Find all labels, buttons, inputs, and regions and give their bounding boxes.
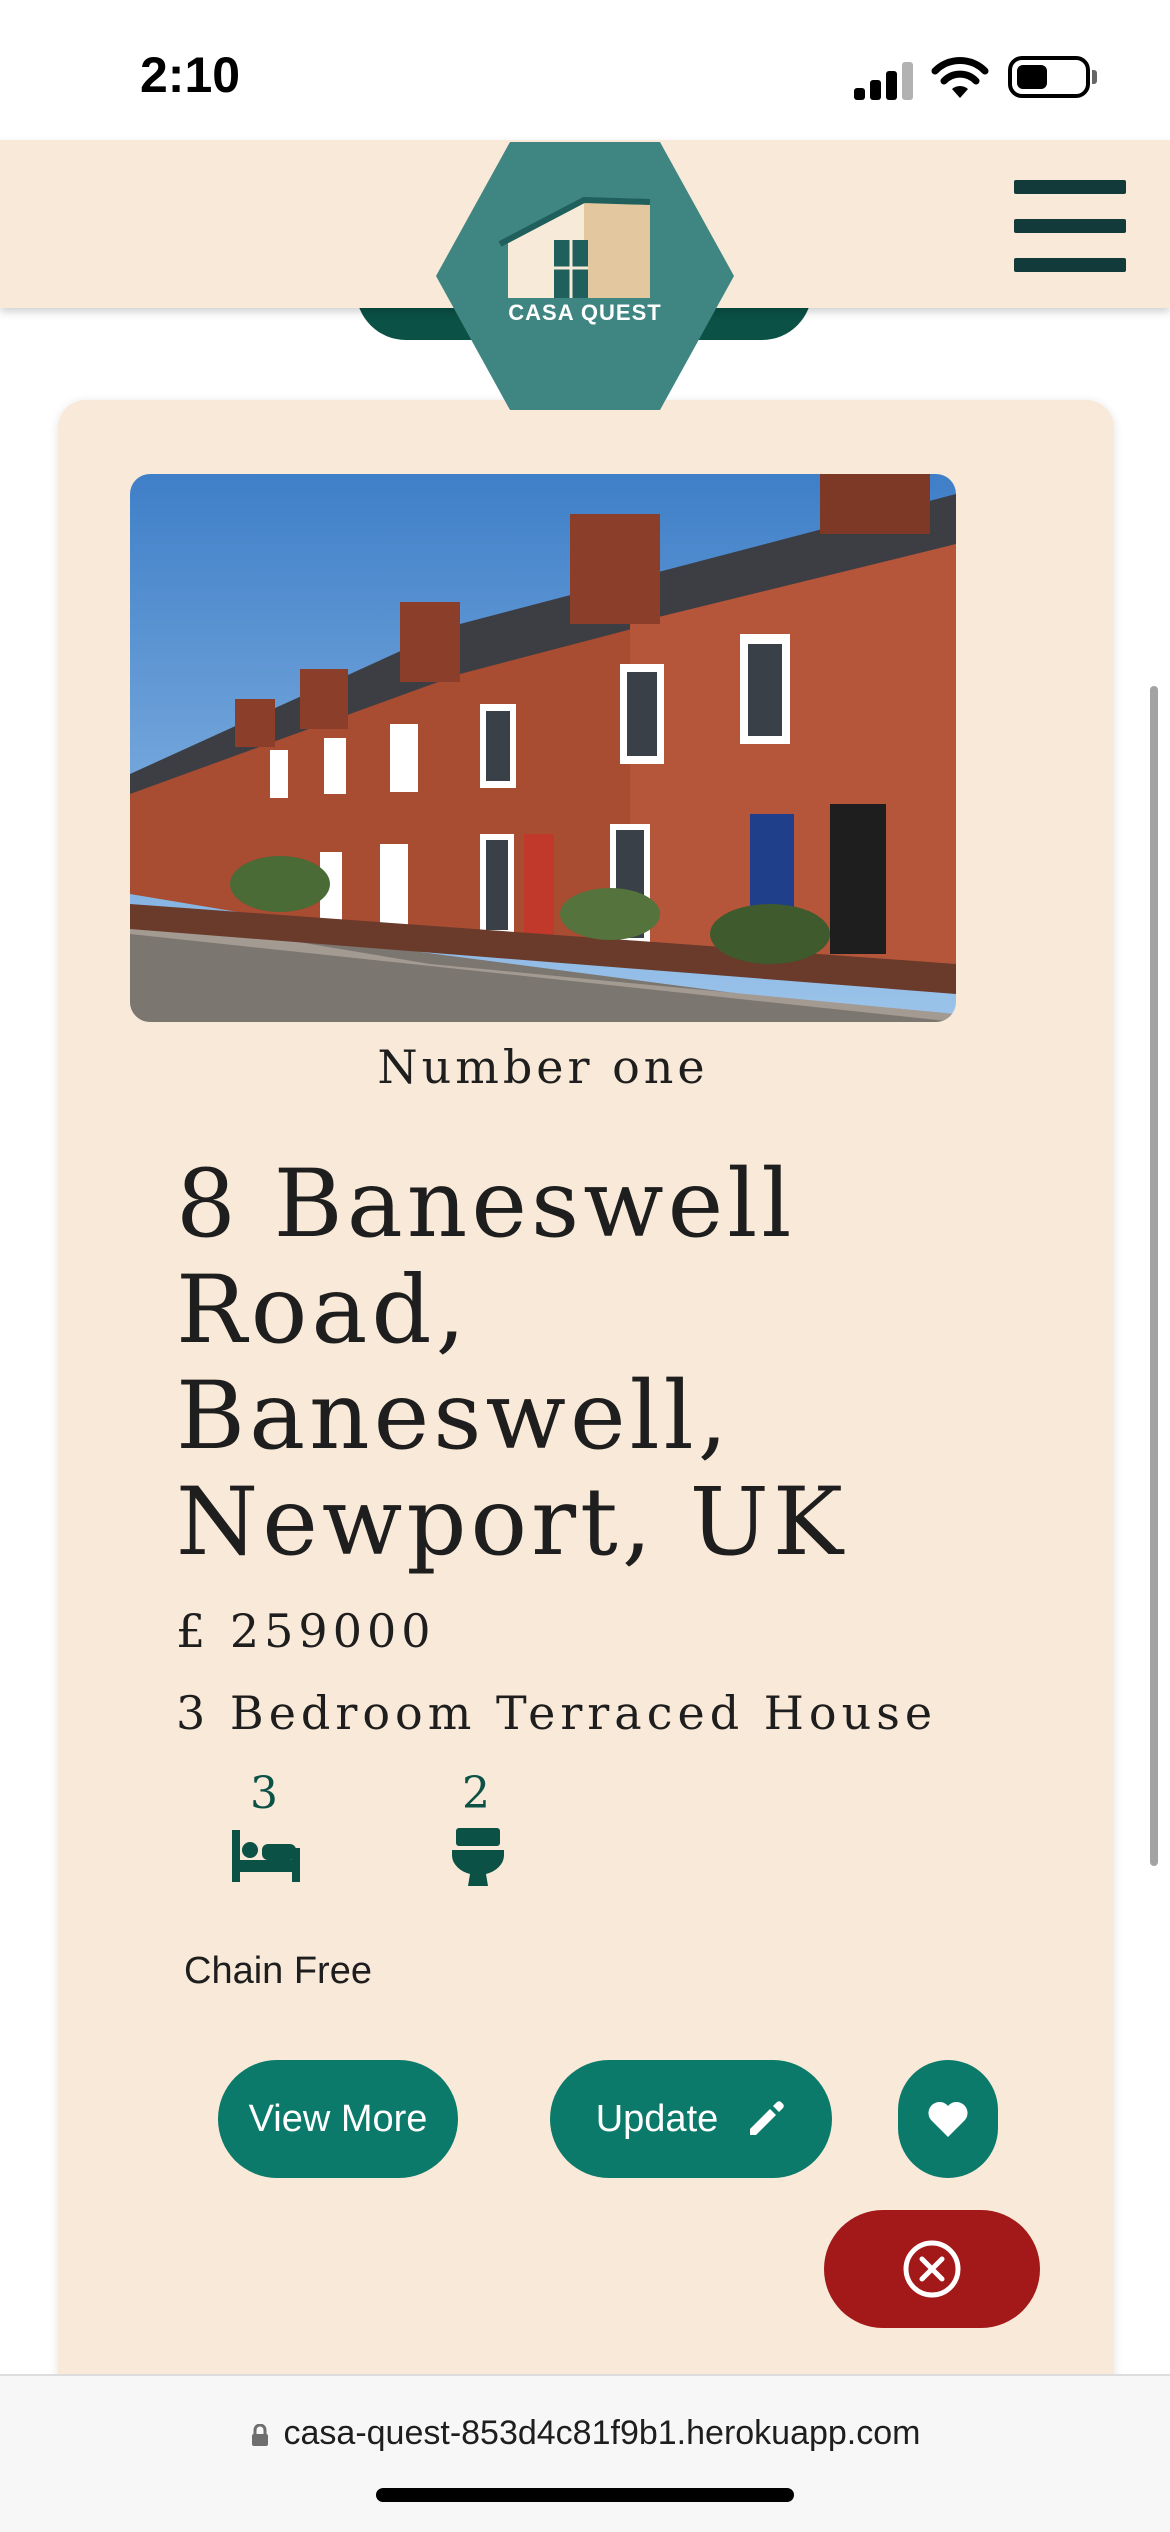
battery-icon (1008, 56, 1090, 98)
logo-hexagon-icon (436, 142, 734, 410)
favourite-button[interactable] (898, 2060, 998, 2178)
pencil-icon (750, 2101, 785, 2135)
browser-address-bar[interactable]: casa-quest-853d4c81f9b1.herokuapp.com (0, 2374, 1170, 2532)
heart-icon (928, 2101, 968, 2137)
wifi-icon (931, 57, 989, 98)
view-more-label: View More (248, 2097, 428, 2140)
toilet-icon (452, 1828, 504, 1886)
casa-quest-logo[interactable]: CASA QUEST (434, 140, 736, 412)
property-price: £ 259000 (176, 1604, 436, 1658)
hamburger-menu-icon[interactable] (1014, 180, 1126, 272)
bed-icon (232, 1830, 300, 1882)
update-button[interactable]: Update (550, 2060, 832, 2178)
photo-caption: Number one (377, 1040, 709, 1094)
bathroom-count: 2 (462, 1768, 490, 1819)
property-type: 3 Bedroom Terraced House (176, 1686, 938, 1740)
chain-status: Chain Free (184, 1950, 372, 1992)
delete-button[interactable] (824, 2210, 1040, 2328)
update-label: Update (595, 2097, 719, 2140)
url-text: casa-quest-853d4c81f9b1.herokuapp.com (283, 2414, 921, 2452)
property-address: 8 Baneswell Road, Baneswell, Newport, UK (176, 1150, 848, 1577)
bedroom-count: 3 (250, 1768, 278, 1819)
status-time: 2:10 (140, 47, 241, 103)
cellular-signal-icon (854, 60, 914, 100)
battery-cap (1092, 70, 1097, 84)
logo-text: CASA QUEST (508, 300, 662, 325)
home-indicator[interactable] (376, 2488, 794, 2502)
property-photo (130, 474, 956, 1022)
scrollbar[interactable] (1150, 686, 1158, 1866)
lock-icon (251, 2424, 268, 2446)
view-more-button[interactable]: View More (218, 2060, 458, 2178)
close-circle-icon (903, 2240, 961, 2298)
status-bar: 2:10 (0, 0, 1170, 140)
url-display[interactable]: casa-quest-853d4c81f9b1.herokuapp.com (0, 2414, 1170, 2453)
